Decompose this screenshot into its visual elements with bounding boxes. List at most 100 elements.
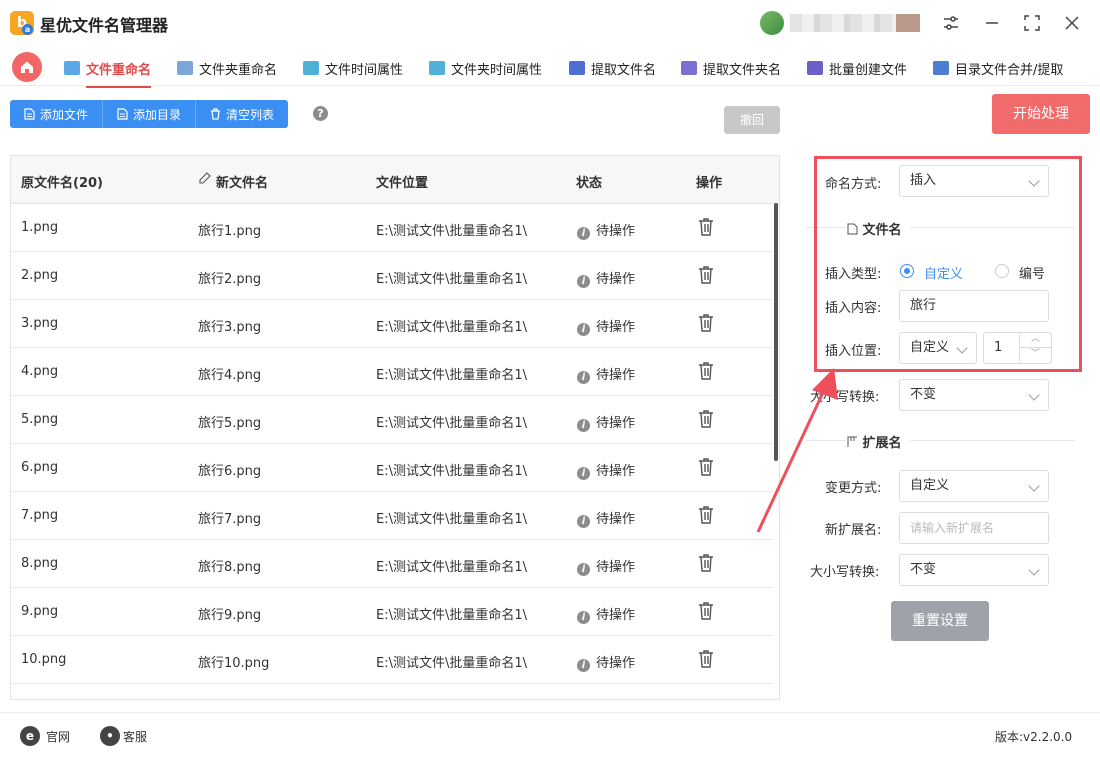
table-row[interactable]: 4.png 旅行4.png E:\测试文件\批量重命名1\ i 待操作 — [11, 348, 773, 396]
logo-sub-letter: a — [22, 24, 33, 35]
original-name-cell: 2.png — [21, 268, 59, 283]
info-icon: i — [577, 659, 590, 672]
extension-section-label: 扩展名 — [862, 436, 902, 451]
clear-list-label: 清空列表 — [226, 107, 275, 122]
batch-create-icon — [807, 61, 823, 75]
table-row[interactable]: 7.png 旅行7.png E:\测试文件\批量重命名1\ i 待操作 — [11, 492, 773, 540]
new-name-cell: 旅行6.png — [198, 464, 262, 479]
table-row[interactable]: 2.png 旅行2.png E:\测试文件\批量重命名1\ i 待操作 — [11, 252, 773, 300]
delete-row-icon[interactable] — [697, 361, 715, 381]
app-logo: b a — [10, 11, 34, 35]
clear-list-button[interactable]: 清空列表 — [196, 100, 289, 128]
delete-row-icon[interactable] — [697, 265, 715, 285]
status-text: 待操作 — [596, 320, 636, 335]
delete-row-icon[interactable] — [697, 505, 715, 525]
new-name-cell: 旅行3.png — [198, 320, 262, 335]
new-name-cell: 旅行10.png — [198, 656, 270, 671]
tab-merge-extract[interactable]: 目录文件合并/提取 — [933, 54, 1063, 82]
extract-foldername-icon — [681, 61, 697, 75]
chevron-down-icon — [1028, 480, 1040, 492]
blurred-user-badge — [896, 14, 920, 32]
original-name-cell: 8.png — [21, 556, 59, 571]
table-row[interactable]: 3.png 旅行3.png E:\测试文件\批量重命名1\ i 待操作 — [11, 300, 773, 348]
tab-folder-rename[interactable]: 文件夹重命名 — [177, 54, 277, 82]
delete-row-icon[interactable] — [697, 409, 715, 429]
avatar[interactable] — [760, 11, 784, 35]
original-name-cell: 3.png — [21, 316, 59, 331]
reset-settings-button[interactable]: 重置设置 — [891, 601, 989, 641]
website-icon[interactable]: e — [20, 726, 40, 746]
tab-file-rename[interactable]: 文件重命名 — [64, 54, 152, 88]
table-row[interactable]: 9.png 旅行9.png E:\测试文件\批量重命名1\ i 待操作 — [11, 588, 773, 636]
delete-row-icon[interactable] — [697, 313, 715, 333]
new-name-cell: 旅行1.png — [198, 224, 262, 239]
delete-row-icon[interactable] — [697, 601, 715, 621]
case-conversion-select[interactable]: 不变 — [899, 379, 1049, 411]
tab-label: 目录文件合并/提取 — [955, 62, 1064, 78]
info-icon: i — [577, 227, 590, 240]
tab-label: 文件重命名 — [86, 62, 152, 78]
extension-case-value: 不变 — [910, 562, 937, 577]
status-cell: i 待操作 — [577, 220, 635, 240]
divider — [910, 440, 1075, 441]
change-mode-select[interactable]: 自定义 — [899, 470, 1049, 502]
extract-filename-icon — [569, 61, 585, 75]
start-processing-button[interactable]: 开始处理 — [992, 94, 1090, 134]
status-cell: i 待操作 — [577, 412, 635, 432]
title-bar: b a 星优文件名管理器 — [0, 0, 1100, 46]
maximize-icon[interactable] — [1021, 12, 1043, 34]
home-button[interactable] — [12, 52, 42, 82]
table-row[interactable]: 6.png 旅行6.png E:\测试文件\批量重命名1\ i 待操作 — [11, 444, 773, 492]
status-cell: i 待操作 — [577, 556, 635, 576]
settings-icon[interactable] — [940, 12, 962, 34]
extension-case-select[interactable]: 不变 — [899, 554, 1049, 586]
table-row[interactable]: 10.png 旅行10.png E:\测试文件\批量重命名1\ i 待操作 — [11, 636, 773, 684]
customer-service-link[interactable]: 客服 — [123, 728, 147, 745]
tab-strip: 文件重命名 文件夹重命名 文件时间属性 文件夹时间属性 提取文件名 提取文件夹名… — [0, 46, 1100, 88]
tab-extract-filename[interactable]: 提取文件名 — [569, 54, 656, 82]
status-text: 待操作 — [596, 416, 636, 431]
tab-folder-time[interactable]: 文件夹时间属性 — [429, 54, 542, 82]
delete-row-icon[interactable] — [697, 217, 715, 237]
delete-row-icon[interactable] — [697, 649, 715, 669]
location-cell: E:\测试文件\批量重命名1\ — [376, 608, 528, 623]
delete-row-icon[interactable] — [697, 457, 715, 477]
add-directory-button[interactable]: 添加目录 — [103, 100, 197, 128]
highlight-box — [814, 156, 1082, 372]
location-cell: E:\测试文件\批量重命名1\ — [376, 368, 528, 383]
tab-label: 文件时间属性 — [325, 62, 404, 78]
tab-file-time[interactable]: 文件时间属性 — [303, 54, 403, 82]
extension-case-label: 大小写转换: — [810, 565, 880, 580]
status-text: 待操作 — [596, 560, 636, 575]
minimize-icon[interactable] — [981, 12, 1003, 34]
table-row[interactable]: 5.png 旅行5.png E:\测试文件\批量重命名1\ i 待操作 — [11, 396, 773, 444]
help-icon[interactable]: ? — [313, 106, 328, 121]
table-header: 原文件名(20) 新文件名 文件位置 状态 操作 — [11, 156, 779, 204]
chat-icon[interactable]: • — [100, 726, 120, 746]
folder-time-icon — [429, 61, 445, 75]
header-new-name: 新文件名 — [216, 176, 269, 191]
header-location: 文件位置 — [376, 176, 429, 191]
table-row-partial — [11, 684, 773, 699]
table-row[interactable]: 8.png 旅行8.png E:\测试文件\批量重命名1\ i 待操作 — [11, 540, 773, 588]
location-cell: E:\测试文件\批量重命名1\ — [376, 320, 528, 335]
location-cell: E:\测试文件\批量重命名1\ — [376, 224, 528, 239]
original-name-cell: 1.png — [21, 220, 59, 235]
website-link[interactable]: 官网 — [46, 728, 70, 745]
tab-extract-foldername[interactable]: 提取文件夹名 — [681, 54, 781, 82]
location-cell: E:\测试文件\批量重命名1\ — [376, 416, 528, 431]
annotation-arrow-icon — [756, 368, 838, 533]
status-cell: i 待操作 — [577, 604, 635, 624]
close-icon[interactable] — [1061, 12, 1083, 34]
undo-button[interactable]: 撤回 — [724, 106, 780, 134]
delete-row-icon[interactable] — [697, 553, 715, 573]
location-cell: E:\测试文件\批量重命名1\ — [376, 560, 528, 575]
table-row[interactable]: 1.png 旅行1.png E:\测试文件\批量重命名1\ i 待操作 — [11, 204, 773, 252]
tab-batch-create[interactable]: 批量创建文件 — [807, 54, 907, 82]
new-extension-input[interactable]: 请输入新扩展名 — [899, 512, 1049, 544]
tab-label: 提取文件夹名 — [703, 62, 782, 78]
add-file-button[interactable]: 添加文件 — [10, 100, 104, 128]
new-name-cell: 旅行4.png — [198, 368, 262, 383]
app-window: b a 星优文件名管理器 文件重命名 文件夹重命名 文件时间属性 文件夹时间属性… — [0, 0, 1100, 760]
tab-label: 批量创建文件 — [829, 62, 908, 78]
